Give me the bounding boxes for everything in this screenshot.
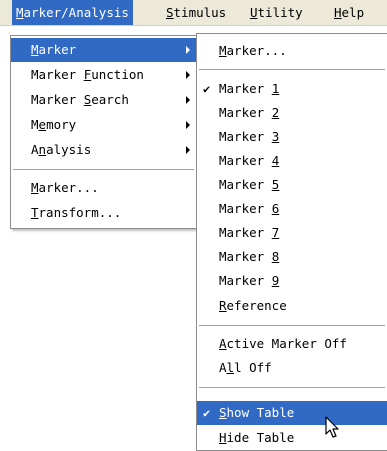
menu-item-marker-2[interactable]: Marker 2 [197, 101, 387, 125]
menu-accel: M [16, 5, 24, 20]
menu-item-label: Marker 1 [219, 81, 280, 96]
menu-stimulus[interactable]: Stimulus [162, 0, 230, 25]
menu-item-label: Marker... [219, 43, 287, 58]
submenu-arrow-icon [186, 121, 190, 129]
menu-item-memory[interactable]: Memory [11, 113, 196, 137]
check-icon: ✔ [203, 406, 211, 420]
menu-item-all-off[interactable]: All Off [197, 356, 387, 380]
menu-item-marker-1[interactable]: ✔ Marker 1 [197, 77, 387, 101]
menu-item-hide-table[interactable]: Hide Table [197, 426, 387, 450]
submenu-arrow-icon [186, 71, 190, 79]
menu-label: timulus [173, 5, 227, 20]
menu-item-marker-8[interactable]: Marker 8 [197, 245, 387, 269]
menu-item-transform[interactable]: Transform... [11, 201, 196, 225]
menu-item-label: Transform... [31, 205, 122, 220]
menu-item-marker-search[interactable]: Marker Search [11, 88, 196, 112]
menu-label: tility [257, 5, 303, 20]
menu-accel: S [166, 5, 174, 20]
menu-item-label: Marker Search [31, 92, 129, 107]
marker-submenu: Marker... ✔ Marker 1 Marker 2 Marker 3 M… [196, 33, 387, 451]
menu-item-show-table[interactable]: ✔ Show Table [197, 401, 387, 425]
menu-item-marker-5[interactable]: Marker 5 [197, 173, 387, 197]
menu-accel: U [250, 5, 258, 20]
menu-bar: Marker/Analysis Stimulus Utility Help [0, 0, 387, 26]
menu-item-label: Analysis [31, 142, 92, 157]
submenu-arrow-icon [186, 46, 190, 54]
menu-item-marker[interactable]: Marker [11, 38, 196, 62]
menu-label: elp [341, 5, 365, 20]
menu-item-marker-9[interactable]: Marker 9 [197, 269, 387, 293]
submenu-arrow-icon [186, 146, 190, 154]
menu-item-label: Marker 8 [219, 249, 280, 264]
menu-item-label: Marker 3 [219, 129, 280, 144]
menu-item-active-marker-off[interactable]: Active Marker Off [197, 332, 387, 356]
menu-item-label: Marker 7 [219, 225, 280, 240]
menu-item-label: Show Table [219, 405, 295, 420]
menu-label: arker/Analysis [23, 5, 129, 20]
menu-item-marker-7[interactable]: Marker 7 [197, 221, 387, 245]
menu-accel: H [334, 5, 342, 20]
submenu-arrow-icon [186, 96, 190, 104]
menu-separator [199, 387, 385, 388]
menu-item-marker-dialog[interactable]: Marker... [11, 176, 196, 200]
menu-item-analysis[interactable]: Analysis [11, 138, 196, 162]
menu-marker-analysis[interactable]: Marker/Analysis [12, 0, 133, 25]
menu-item-label: Marker 2 [219, 105, 280, 120]
menu-item-marker-function[interactable]: Marker Function [11, 63, 196, 87]
mouse-pointer-icon [325, 416, 339, 438]
menu-item-label: Marker 6 [219, 201, 280, 216]
menu-item-label: Marker 5 [219, 177, 280, 192]
menu-item-reference[interactable]: Reference [197, 294, 387, 318]
menu-separator [199, 69, 385, 70]
menu-item-label: Marker 4 [219, 153, 280, 168]
menu-item-label: Memory [31, 117, 77, 132]
menu-help[interactable]: Help [330, 0, 368, 25]
menu-item-label: Marker... [31, 180, 99, 195]
menu-item-marker-dialog[interactable]: Marker... [197, 39, 387, 63]
menu-separator [13, 169, 194, 170]
menu-item-marker-4[interactable]: Marker 4 [197, 149, 387, 173]
menu-item-label: All Off [219, 360, 272, 375]
menu-item-marker-3[interactable]: Marker 3 [197, 125, 387, 149]
menu-item-label: Hide Table [219, 430, 295, 445]
menu-item-label: Active Marker Off [219, 336, 347, 351]
menu-item-label: Marker 9 [219, 273, 280, 288]
menu-utility[interactable]: Utility [246, 0, 307, 25]
marker-analysis-dropdown: Marker Marker Function Marker Search Mem… [10, 35, 197, 229]
menu-separator [199, 325, 385, 326]
menu-item-label: Marker [31, 42, 77, 57]
menu-item-marker-6[interactable]: Marker 6 [197, 197, 387, 221]
menu-item-label: Reference [219, 298, 287, 313]
check-icon: ✔ [203, 82, 211, 96]
menu-item-label: Marker Function [31, 67, 144, 82]
